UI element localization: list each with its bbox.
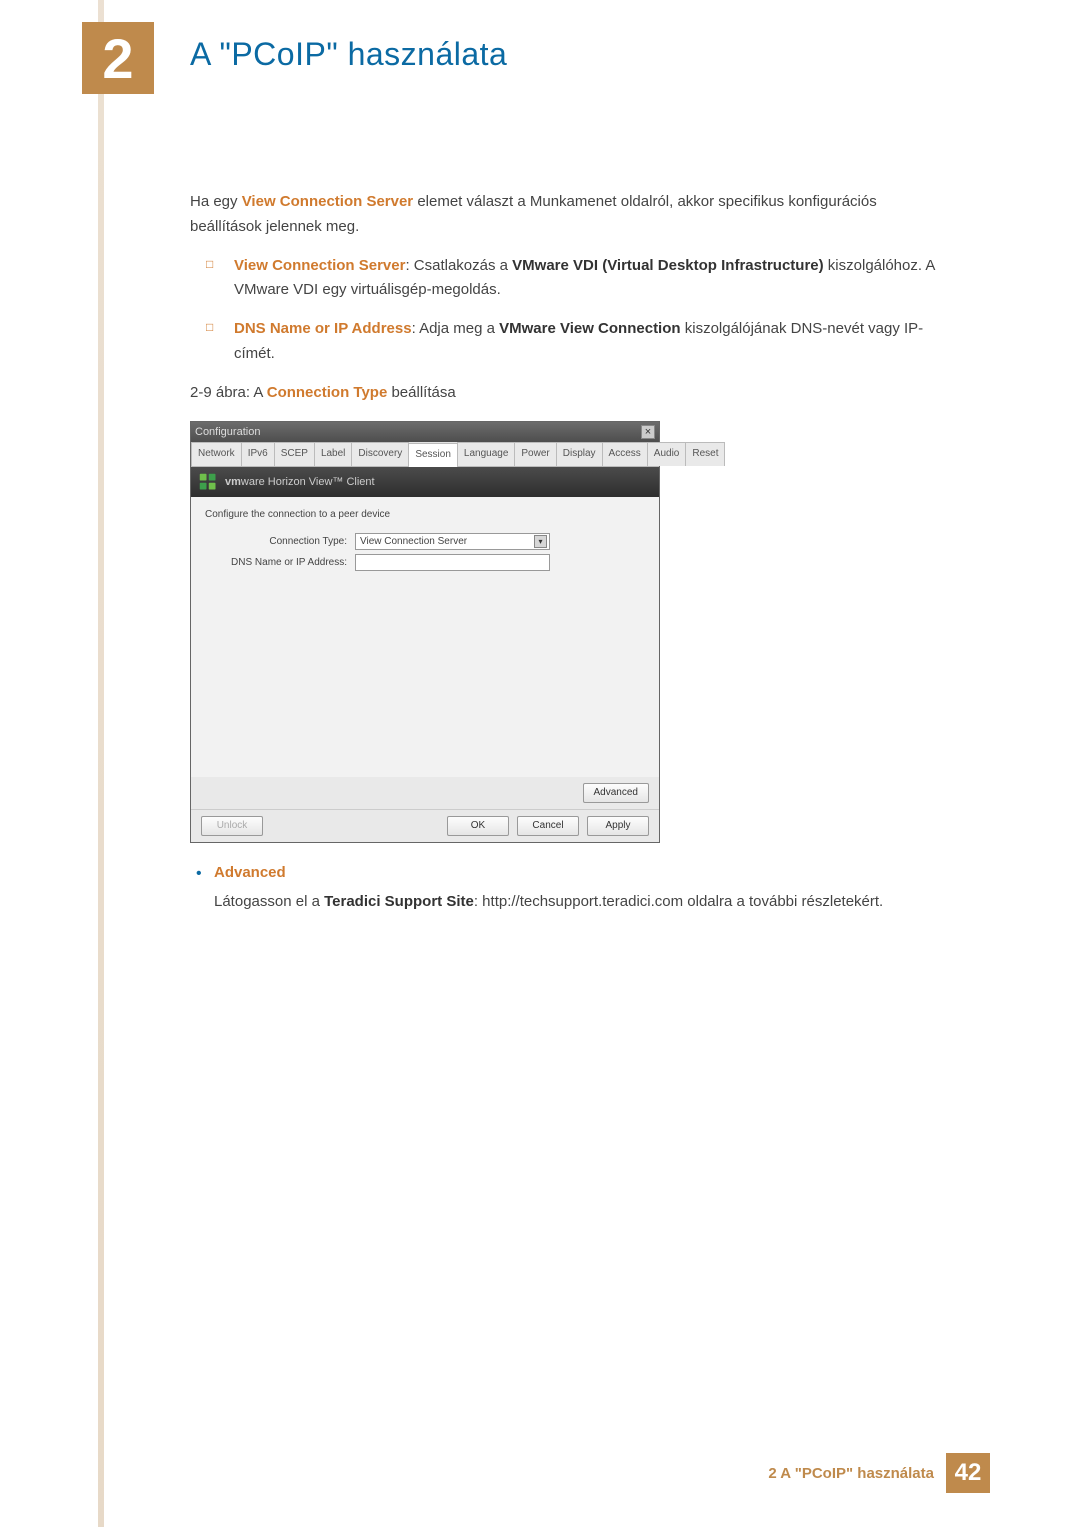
connection-type-select[interactable]: View Connection Server ▾ [355,533,550,550]
chapter-number-box: 2 [82,22,154,94]
list-item: Advanced Látogasson el a Teradici Suppor… [190,861,950,915]
tab-strip: Network IPv6 SCEP Label Discovery Sessio… [191,442,659,467]
page-number: 42 [946,1453,990,1493]
text: Látogasson el a [214,893,324,910]
text: : Csatlakozás a [405,257,512,274]
list-item: DNS Name or IP Address: Adja meg a VMwar… [206,317,950,367]
side-stripe [98,0,104,1527]
footer-label: 2 A "PCoIP" használata [768,1465,934,1482]
bold-term: Teradici Support Site [324,893,474,910]
tab-audio[interactable]: Audio [647,442,687,466]
cancel-button[interactable]: Cancel [517,816,579,836]
dns-label: DNS Name or IP Address: [205,555,355,572]
advanced-row: Advanced [191,777,659,809]
dns-input[interactable] [355,554,550,571]
intro-paragraph: Ha egy View Connection Server elemet vál… [190,190,950,240]
text: : http://techsupport.teradici.com oldalr… [474,893,883,910]
dialog-body: Configure the connection to a peer devic… [191,497,659,777]
bold-term: VMware View Connection [499,320,680,337]
intro-pre: Ha egy [190,193,242,210]
row-dns: DNS Name or IP Address: [205,554,645,571]
connection-type-label: Connection Type: [205,534,355,551]
banner-text: vmware Horizon View™ Client [225,473,375,491]
footer-right: OK Cancel Apply [447,816,649,836]
caption-strong: Connection Type [267,384,388,401]
row-connection-type: Connection Type: View Connection Server … [205,533,645,550]
chapter-number: 2 [102,26,133,91]
page-title: A "PCoIP" használata [190,36,507,73]
tab-display[interactable]: Display [556,442,603,466]
banner-rest: ware Horizon View™ Client [241,476,375,488]
term: View Connection Server [234,257,405,274]
close-icon[interactable]: × [641,425,655,439]
figure-caption: 2-9 ábra: A Connection Type beállítása [190,381,950,406]
select-value: View Connection Server [360,534,467,551]
advanced-button[interactable]: Advanced [583,783,649,803]
tab-discovery[interactable]: Discovery [351,442,409,466]
vmware-banner: vmware Horizon View™ Client [191,467,659,497]
vmware-icon [199,473,217,491]
dialog-footer: Unlock OK Cancel Apply [191,809,659,842]
tab-ipv6[interactable]: IPv6 [241,442,275,466]
advanced-text: Látogasson el a Teradici Support Site: h… [214,890,950,915]
page-footer: 2 A "PCoIP" használata 42 [768,1453,990,1493]
dialog-titlebar: Configuration × [191,422,659,442]
apply-button[interactable]: Apply [587,816,649,836]
caption-post: beállítása [387,384,455,401]
tab-power[interactable]: Power [514,442,556,466]
list-item: View Connection Server: Csatlakozás a VM… [206,254,950,304]
tab-reset[interactable]: Reset [685,442,725,466]
dialog-title: Configuration [195,423,260,441]
chevron-down-icon: ▾ [534,535,547,548]
tab-access[interactable]: Access [602,442,648,466]
content-area: Ha egy View Connection Server elemet vál… [190,190,950,914]
ok-button[interactable]: OK [447,816,509,836]
tab-language[interactable]: Language [457,442,516,466]
document-page: 2 A "PCoIP" használata Ha egy View Conne… [0,0,1080,1527]
tab-scep[interactable]: SCEP [274,442,315,466]
advanced-section: Advanced Látogasson el a Teradici Suppor… [190,861,950,915]
configuration-dialog: Configuration × Network IPv6 SCEP Label … [190,421,660,843]
tab-session[interactable]: Session [408,443,458,467]
caption-pre: 2-9 ábra: A [190,384,267,401]
definition-list: View Connection Server: Csatlakozás a VM… [206,254,950,367]
tab-label[interactable]: Label [314,442,352,466]
unlock-button[interactable]: Unlock [201,816,263,836]
text: : Adja meg a [412,320,500,337]
banner-bold: vm [225,476,241,488]
instruction-text: Configure the connection to a peer devic… [205,507,645,524]
term: DNS Name or IP Address [234,320,412,337]
tab-network[interactable]: Network [191,442,242,466]
bold-term: VMware VDI (Virtual Desktop Infrastructu… [512,257,823,274]
intro-strong: View Connection Server [242,193,413,210]
advanced-heading: Advanced [214,861,950,886]
